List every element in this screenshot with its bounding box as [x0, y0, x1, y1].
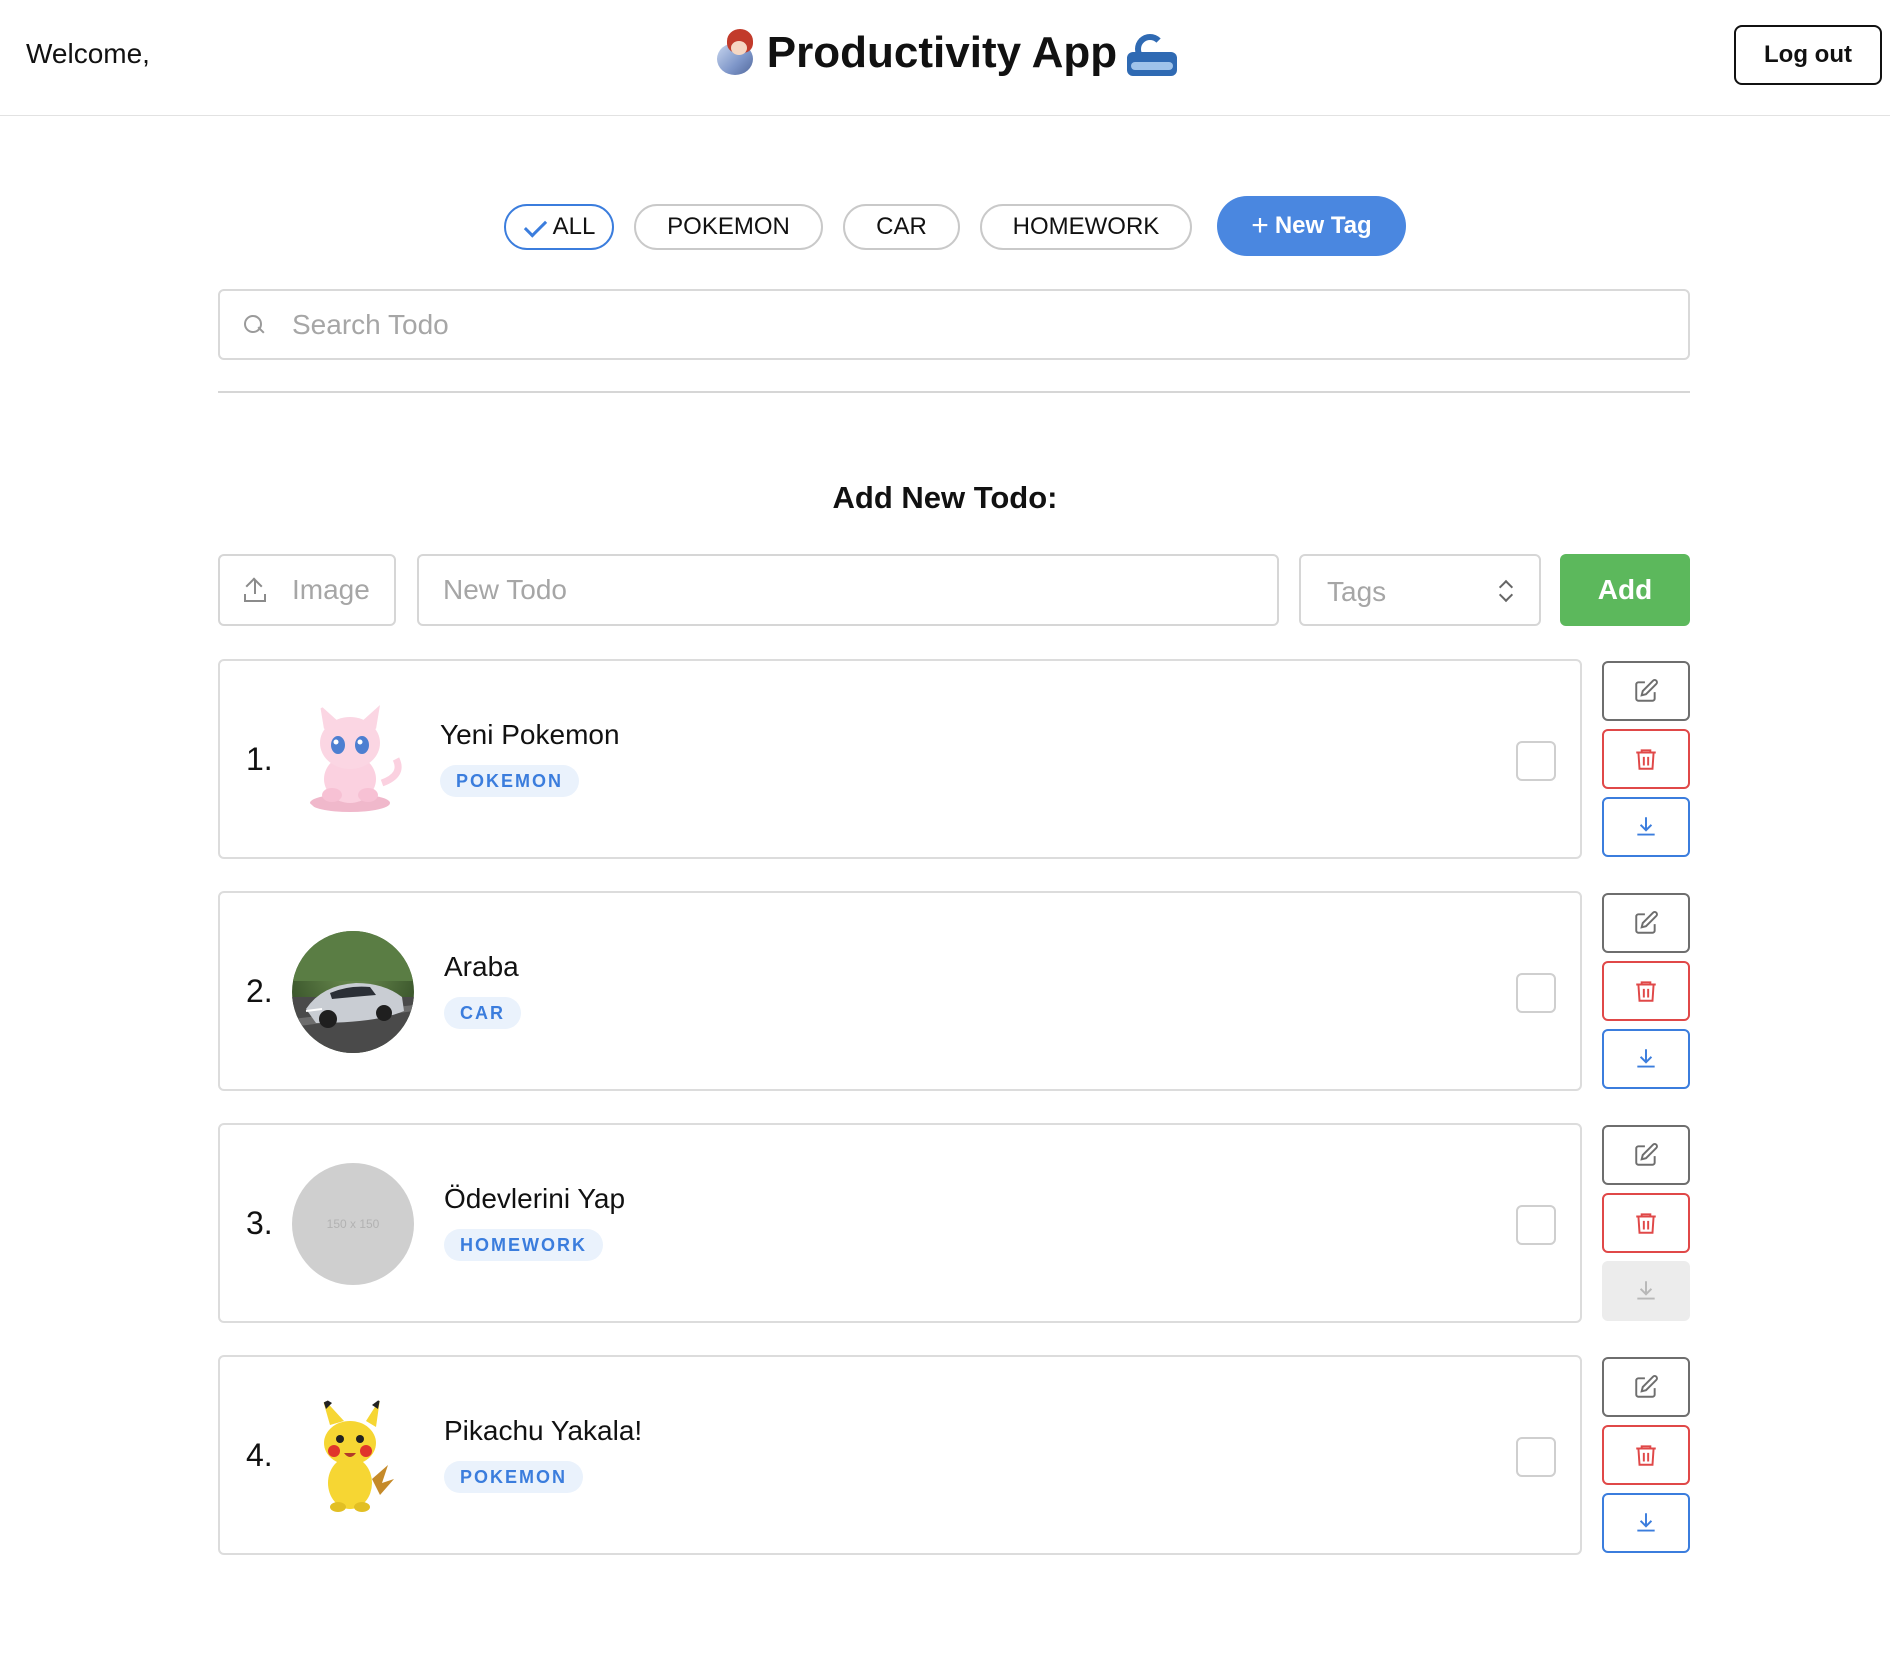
new-todo-input[interactable]: [417, 554, 1279, 626]
todo-card: 3. 150 x 150 Ödevlerini Yap HOMEWORK: [218, 1123, 1582, 1323]
plus-icon: +: [1251, 209, 1269, 242]
pencil-square-icon: [1635, 1143, 1658, 1166]
download-icon: [1637, 1513, 1655, 1532]
todo-done-checkbox[interactable]: [1516, 1437, 1556, 1477]
check-icon: [523, 220, 545, 234]
search-box: [218, 289, 1690, 360]
tag-filter-bar: ALL POKEMON CAR HOMEWORK + New Tag: [0, 196, 1890, 256]
logout-button[interactable]: Log out: [1734, 25, 1882, 85]
todo-card: 1. Yeni Pokemon POKEMON: [218, 659, 1582, 859]
download-icon: [1637, 1281, 1655, 1300]
tag-filter-label: POKEMON: [667, 213, 790, 240]
todo-image: [292, 931, 414, 1053]
todo-title: Araba: [444, 951, 519, 982]
todo-title: Ödevlerini Yap: [444, 1183, 626, 1214]
todo-title: Yeni Pokemon: [440, 719, 620, 750]
todo-done-checkbox[interactable]: [1516, 741, 1556, 781]
search-input[interactable]: [292, 291, 1672, 358]
tag-filter-label: CAR: [876, 213, 927, 240]
delete-button[interactable]: [1602, 961, 1690, 1021]
todo-image-placeholder: 150 x 150: [292, 1163, 414, 1285]
todo-tag-badge: HOMEWORK: [444, 1229, 603, 1261]
todo-card: 2. Araba CAR: [218, 891, 1582, 1091]
tag-filter-label: ALL: [552, 213, 596, 240]
todo-number: 4.: [246, 1437, 273, 1473]
download-button[interactable]: [1602, 1493, 1690, 1553]
wave-emoji-icon: [1127, 30, 1178, 76]
new-tag-button[interactable]: + New Tag: [1217, 196, 1406, 256]
edit-button[interactable]: [1602, 1125, 1690, 1185]
image-upload-button[interactable]: Image: [218, 554, 396, 626]
divider: [218, 391, 1690, 393]
pikachu-image: [322, 1397, 394, 1512]
delete-button[interactable]: [1602, 729, 1690, 789]
todo-done-checkbox[interactable]: [1516, 973, 1556, 1013]
mermaid-emoji-icon: [713, 29, 757, 77]
download-button-disabled: [1602, 1261, 1690, 1321]
tag-filter-pokemon[interactable]: POKEMON: [634, 204, 823, 250]
download-icon: [1637, 817, 1655, 836]
todo-card: 4. Pikachu Yakala! POKEMON: [218, 1355, 1582, 1555]
todo-title: Pikachu Yakala!: [444, 1415, 643, 1446]
edit-button[interactable]: [1602, 1357, 1690, 1417]
trash-icon: [1636, 1213, 1656, 1234]
tags-select-placeholder: Tags: [1327, 576, 1387, 607]
chevron-up-down-icon: [1498, 578, 1514, 606]
todo-image: [292, 699, 414, 821]
app-header: Welcome, Productivity App Log out: [0, 0, 1890, 116]
tags-select[interactable]: Tags: [1299, 554, 1541, 626]
tag-filter-car[interactable]: CAR: [843, 204, 960, 250]
add-todo-heading: Add New Todo:: [832, 480, 1058, 515]
todo-done-checkbox[interactable]: [1516, 1205, 1556, 1245]
todo-number: 1.: [246, 741, 273, 777]
pencil-square-icon: [1635, 1375, 1658, 1398]
edit-button[interactable]: [1602, 661, 1690, 721]
mew-image: [310, 705, 402, 812]
car-image: [292, 931, 414, 1053]
todo-image: [292, 1395, 414, 1517]
app-title-text: Productivity App: [766, 28, 1118, 77]
trash-icon: [1636, 1445, 1656, 1466]
upload-icon: [244, 577, 266, 602]
edit-button[interactable]: [1602, 893, 1690, 953]
add-todo-button[interactable]: Add: [1560, 554, 1690, 626]
search-icon: [244, 315, 264, 335]
tag-filter-homework[interactable]: HOMEWORK: [980, 204, 1192, 250]
todo-number: 3.: [246, 1205, 273, 1241]
trash-icon: [1636, 749, 1656, 770]
todo-number: 2.: [246, 973, 273, 1009]
download-button[interactable]: [1602, 1029, 1690, 1089]
image-upload-label: Image: [292, 574, 370, 605]
download-icon: [1637, 1049, 1655, 1068]
delete-button[interactable]: [1602, 1193, 1690, 1253]
tag-filter-label: HOMEWORK: [1012, 213, 1160, 240]
delete-button[interactable]: [1602, 1425, 1690, 1485]
new-tag-label: New Tag: [1274, 212, 1372, 239]
pencil-square-icon: [1635, 679, 1658, 702]
trash-icon: [1636, 981, 1656, 1002]
pencil-square-icon: [1635, 911, 1658, 934]
todo-tag-badge: POKEMON: [444, 1461, 584, 1493]
todo-tag-badge: CAR: [444, 997, 521, 1029]
placeholder-text: 150 x 150: [326, 1217, 380, 1231]
todo-tag-badge: POKEMON: [440, 765, 580, 797]
tag-filter-all[interactable]: ALL: [504, 204, 614, 250]
app-title: Productivity App: [0, 28, 1890, 78]
download-button[interactable]: [1602, 797, 1690, 857]
